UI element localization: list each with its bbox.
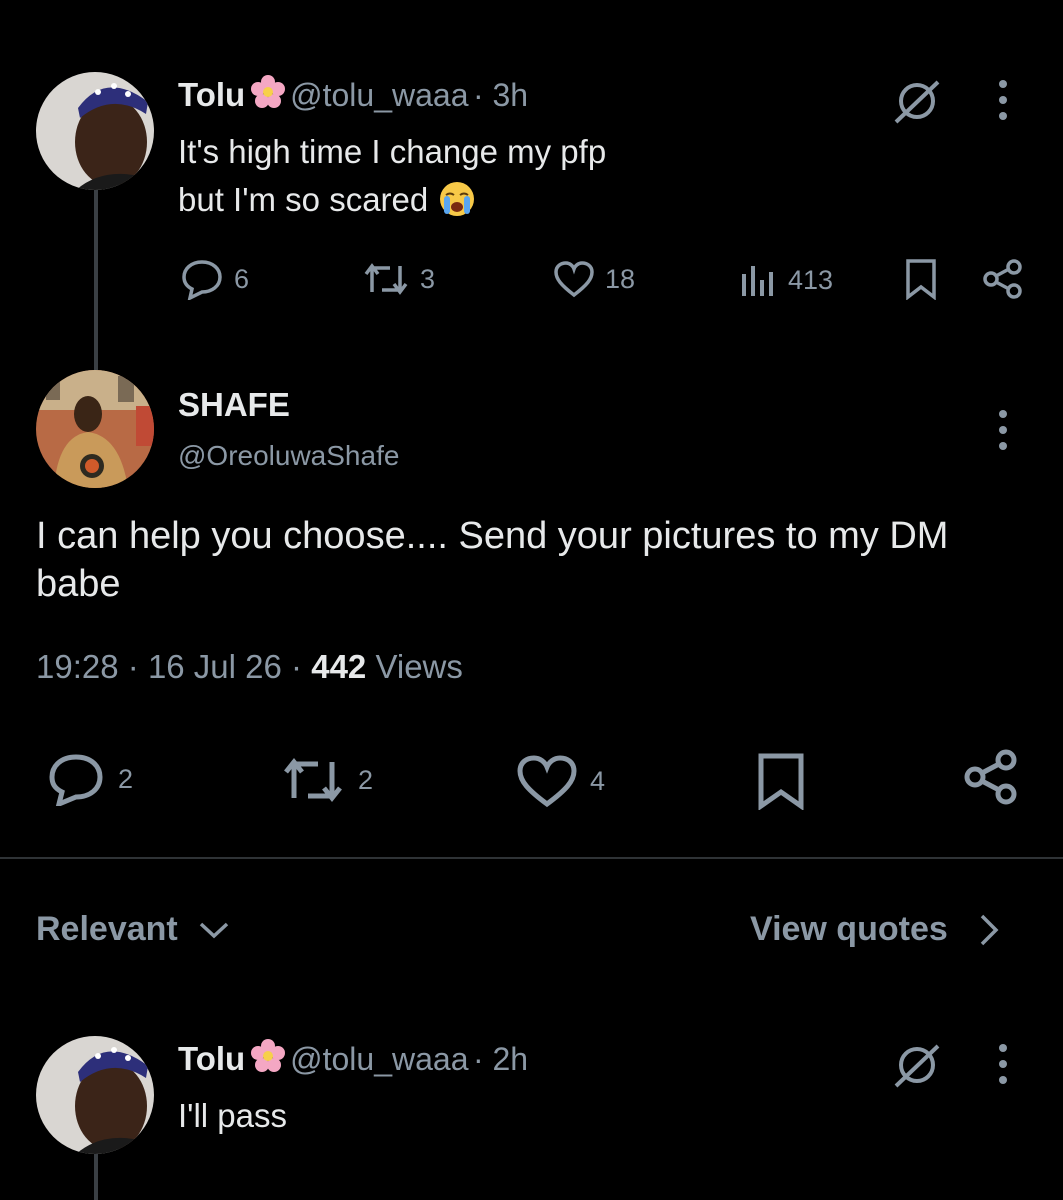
flower-emoji bbox=[250, 1038, 286, 1079]
sort-label: Relevant bbox=[36, 910, 178, 948]
more-button[interactable] bbox=[996, 78, 1010, 127]
divider bbox=[0, 857, 1063, 859]
tweet-text: I'll pass bbox=[178, 1097, 288, 1134]
bookmark-button[interactable] bbox=[756, 752, 806, 815]
tweet-time[interactable]: 19:28 bbox=[36, 648, 119, 685]
tweet-time[interactable]: 3h bbox=[492, 77, 528, 113]
tweet-date[interactable]: 16 Jul 26 bbox=[148, 648, 282, 685]
more-icon bbox=[999, 410, 1007, 450]
like-count: 18 bbox=[605, 263, 636, 294]
tweet-text-line1: I can help you choose.... Send your pict… bbox=[36, 515, 949, 557]
views-button[interactable]: 413 bbox=[740, 262, 833, 298]
more-icon bbox=[999, 80, 1007, 120]
share-button[interactable] bbox=[962, 748, 1020, 811]
share-icon bbox=[964, 749, 1017, 805]
tweet-text-line2: but I'm so scared bbox=[178, 181, 429, 218]
avatar-shafe[interactable] bbox=[36, 370, 154, 488]
thread-line bbox=[94, 1150, 98, 1200]
bookmark-button[interactable] bbox=[904, 258, 938, 305]
author-handle[interactable]: @tolu_waaa bbox=[290, 77, 468, 113]
retweet-icon bbox=[364, 263, 408, 295]
bookmark-icon bbox=[906, 259, 936, 301]
like-button[interactable]: 18 bbox=[553, 260, 635, 298]
views-icon bbox=[742, 266, 773, 296]
like-icon bbox=[554, 261, 594, 298]
like-icon bbox=[517, 755, 577, 808]
reply-count: 2 bbox=[118, 763, 134, 794]
author-name[interactable]: Tolu bbox=[178, 76, 245, 113]
views-count: 413 bbox=[788, 264, 834, 295]
reply-icon bbox=[182, 260, 222, 300]
like-button[interactable]: 4 bbox=[516, 754, 605, 808]
reply-icon bbox=[49, 754, 103, 806]
avatar-tolu[interactable] bbox=[36, 1036, 154, 1154]
tweet-text-line1: It's high time I change my pfp bbox=[178, 133, 607, 170]
retweet-button[interactable]: 3 bbox=[362, 262, 435, 296]
chevron-right-icon bbox=[980, 914, 999, 945]
like-count: 4 bbox=[590, 765, 606, 796]
tweet-time[interactable]: 2h bbox=[492, 1041, 528, 1077]
author-name[interactable]: SHAFE bbox=[178, 386, 290, 424]
author-handle[interactable]: @OreoluwaShafe bbox=[178, 440, 399, 472]
reply-count: 6 bbox=[234, 263, 250, 294]
share-icon bbox=[983, 259, 1022, 299]
flower-emoji bbox=[250, 74, 286, 115]
more-icon bbox=[999, 1044, 1007, 1084]
retweet-count: 2 bbox=[358, 764, 374, 795]
more-button[interactable] bbox=[996, 408, 1010, 457]
grok-button[interactable] bbox=[892, 76, 942, 131]
sort-dropdown[interactable]: Relevant bbox=[36, 910, 230, 949]
avatar-tolu[interactable] bbox=[36, 72, 154, 190]
retweet-button[interactable]: 2 bbox=[280, 756, 373, 804]
more-button[interactable] bbox=[996, 1042, 1010, 1091]
retweet-count: 3 bbox=[420, 263, 436, 294]
views-label: Views bbox=[375, 648, 463, 685]
chevron-down-icon bbox=[199, 922, 228, 938]
view-quotes-link[interactable]: View quotes bbox=[750, 910, 1000, 949]
grok-icon bbox=[894, 1044, 940, 1088]
thread-line bbox=[94, 190, 98, 370]
author-name[interactable]: Tolu bbox=[178, 1040, 245, 1077]
tweet-text-line2: babe bbox=[36, 563, 121, 605]
reply-button[interactable]: 6 bbox=[180, 258, 249, 300]
grok-icon bbox=[894, 80, 940, 124]
bookmark-icon bbox=[758, 753, 804, 811]
reply-button[interactable]: 2 bbox=[46, 752, 133, 806]
views-count: 442 bbox=[311, 648, 367, 685]
crying-emoji bbox=[437, 179, 477, 232]
view-quotes-label: View quotes bbox=[750, 910, 948, 948]
retweet-icon bbox=[284, 757, 342, 803]
grok-button[interactable] bbox=[892, 1040, 942, 1095]
author-handle[interactable]: @tolu_waaa bbox=[290, 1041, 468, 1077]
share-button[interactable] bbox=[982, 258, 1024, 305]
